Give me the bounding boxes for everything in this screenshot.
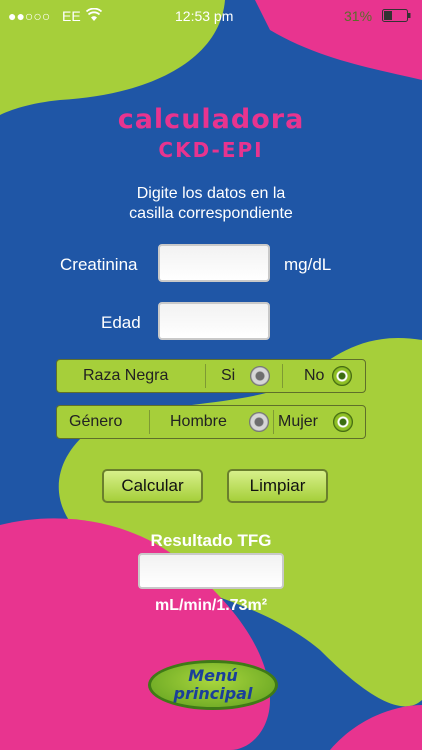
raza-si-radio[interactable] <box>250 366 270 386</box>
carrier-label: EE <box>62 8 81 24</box>
raza-no-radio[interactable] <box>332 366 352 386</box>
raza-option-si-label: Si <box>221 367 236 384</box>
menu-line2: principal <box>173 684 253 703</box>
instructions-line1: Digite los datos en la <box>136 185 286 202</box>
raza-negra-label: Raza Negra <box>83 367 169 384</box>
signal-icon: ●●○○○ <box>8 8 51 24</box>
menu-principal-button[interactable]: Menú principal <box>148 660 278 710</box>
battery-icon <box>382 9 412 25</box>
menu-line1: Menú <box>188 666 238 685</box>
genero-option-mujer-label: Mujer <box>278 413 319 430</box>
genero-label: Género <box>69 413 123 430</box>
genero-selector: Género Hombre Mujer <box>56 405 366 439</box>
raza-negra-selector: Raza Negra Si No <box>56 359 366 393</box>
genero-hombre-radio[interactable] <box>249 412 269 432</box>
resultado-output <box>138 553 284 589</box>
genero-option-hombre-label: Hombre <box>170 413 227 430</box>
instructions-line2: casilla correspondiente <box>129 205 293 222</box>
raza-option-no-label: No <box>304 367 325 384</box>
edad-label: Edad <box>101 313 141 332</box>
wifi-icon <box>85 7 103 25</box>
status-time: 12:53 pm <box>175 8 234 24</box>
battery-percent: 31% <box>344 8 373 24</box>
resultado-units: mL/min/1.73m² <box>154 597 268 614</box>
status-bar: ●●○○○ EE 12:53 pm 31% <box>0 0 422 32</box>
creatinina-label: Creatinina <box>60 255 138 274</box>
app-title: calculadora <box>117 104 305 135</box>
resultado-title: Resultado TFG <box>150 531 272 550</box>
app-subtitle: CKD-EPI <box>158 138 264 162</box>
creatinina-unit: mg/dL <box>284 255 332 274</box>
creatinina-input[interactable] <box>158 244 270 282</box>
genero-mujer-radio[interactable] <box>333 412 353 432</box>
calcular-button[interactable]: Calcular <box>102 469 203 503</box>
instructions: Digite los datos en la casilla correspon… <box>0 184 422 224</box>
limpiar-button[interactable]: Limpiar <box>227 469 328 503</box>
edad-input[interactable] <box>158 302 270 340</box>
